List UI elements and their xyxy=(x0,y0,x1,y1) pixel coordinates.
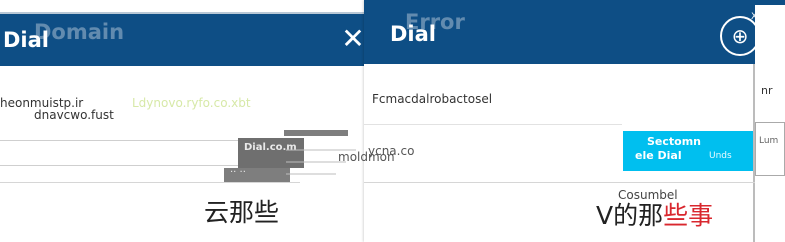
far-right-panel-text: nr xyxy=(761,84,773,97)
far-right-panel-header xyxy=(755,0,785,5)
left-dialog-divider xyxy=(0,182,300,183)
right-dialog-cjk-black: V的那 xyxy=(596,201,664,230)
far-right-panel: nr Lum xyxy=(755,0,785,242)
right-dialog-title: Dial xyxy=(390,22,436,46)
left-dialog-ghost-body: Ldynovo.ryfo.co.xbt xyxy=(132,96,251,110)
right-dialog-divider-top xyxy=(364,124,622,125)
left-dialog-button-edge xyxy=(284,130,348,136)
right-dialog-cyan-button-line3: Unds xyxy=(709,151,732,161)
right-dialog-cyan-button-line1: Sectomn xyxy=(647,135,702,148)
right-dialog-body-text: Fcmacdalrobactosel xyxy=(372,92,493,106)
right-dialog: Error Dial ⊕ XL Fcmacdalrobactosel ycna.… xyxy=(338,0,785,242)
left-dialog-secondary-button-label: ·· ·· xyxy=(230,167,246,178)
screenshot-canvas: Domain Dial ✕ heonmuistp.ir dnavcwo.fust… xyxy=(0,0,785,242)
right-dialog-cjk-red: 些事 xyxy=(663,201,714,230)
right-dialog-input-field[interactable]: moldmon xyxy=(338,150,395,164)
close-icon: ✕ xyxy=(341,22,365,55)
left-dialog-secondary-button[interactable]: ·· ·· xyxy=(224,167,290,182)
right-dialog-cjk-text: V的那些事 xyxy=(596,196,713,232)
right-dialog-close-button[interactable]: ⊕ xyxy=(720,16,760,56)
far-right-panel-input-text: Lum xyxy=(759,136,779,146)
left-dialog-input-field[interactable] xyxy=(0,140,238,166)
far-right-panel-input[interactable] xyxy=(755,122,785,176)
left-dialog-body-line2: dnavcwo.fust xyxy=(34,108,114,122)
right-dialog-cyan-button-line2: ele Dial xyxy=(635,149,682,162)
left-dialog-cjk-text: 云那些 xyxy=(204,198,280,227)
close-icon: ⊕ xyxy=(731,24,749,48)
right-dialog-divider-bottom xyxy=(364,182,755,183)
left-dialog: Domain Dial ✕ heonmuistp.ir dnavcwo.fust… xyxy=(0,0,386,242)
right-dialog-cyan-button[interactable]: Sectomn ele Dial Unds xyxy=(623,131,753,171)
left-dialog-title: Dial xyxy=(3,28,49,52)
